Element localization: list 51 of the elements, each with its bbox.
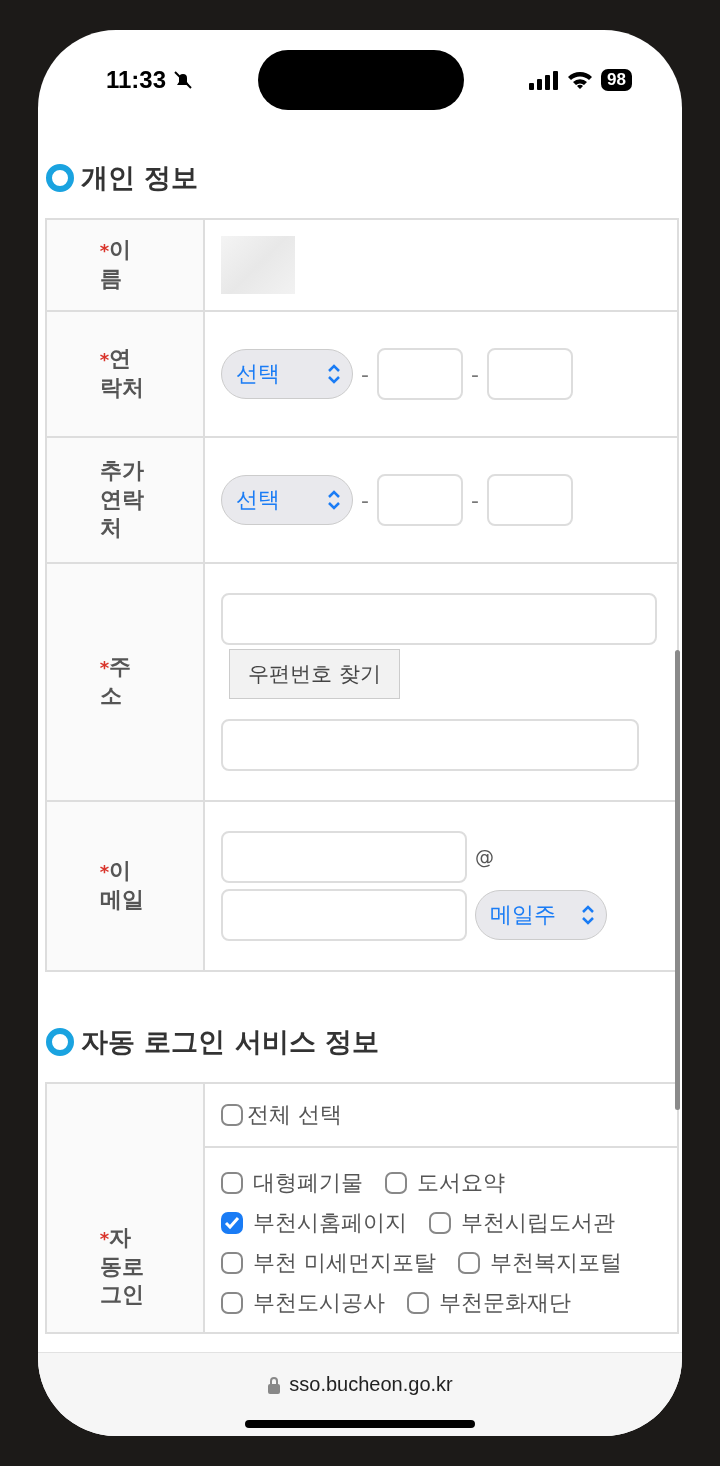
- input-field[interactable]: [221, 593, 657, 645]
- checkbox-label[interactable]: 전체 선택: [247, 1100, 342, 1130]
- checkbox-label[interactable]: 부천문화재단: [439, 1288, 571, 1318]
- checkbox[interactable]: [221, 1104, 243, 1126]
- checkbox[interactable]: [221, 1292, 243, 1314]
- input-field[interactable]: [221, 831, 467, 883]
- clock: 11:33: [106, 66, 167, 94]
- field-label: *이메일: [99, 857, 145, 914]
- checkbox[interactable]: [221, 1172, 243, 1194]
- zipcode-button[interactable]: 우편번호 찾기: [229, 649, 400, 699]
- checkbox[interactable]: [221, 1212, 243, 1234]
- dash-separator: -: [470, 487, 479, 513]
- checkbox[interactable]: [385, 1172, 407, 1194]
- checkbox-label[interactable]: 대형폐기물: [253, 1168, 363, 1198]
- input-field[interactable]: [376, 348, 463, 400]
- field-label: *이름: [99, 236, 133, 293]
- chevron-icon: [580, 904, 596, 926]
- field-label: 추가연락처: [99, 457, 145, 543]
- checkbox[interactable]: [221, 1252, 243, 1274]
- field-label: *자동로그인: [99, 1224, 145, 1310]
- circle-icon: [45, 1027, 75, 1057]
- checkbox-label[interactable]: 도서요약: [417, 1168, 505, 1198]
- wifi-icon: [567, 70, 594, 90]
- checkbox-label[interactable]: 부천시홈페이지: [253, 1208, 407, 1238]
- at-sign: @: [475, 846, 495, 868]
- checkbox[interactable]: [407, 1292, 429, 1314]
- section-title: 자동 로그인 서비스 정보: [81, 1025, 380, 1059]
- chevron-icon: [326, 489, 342, 511]
- signal-icon: [529, 70, 560, 90]
- section-title: 개인 정보: [81, 161, 199, 195]
- circle-icon: [45, 163, 75, 193]
- input-field[interactable]: [486, 348, 573, 400]
- dash-separator: -: [361, 487, 369, 513]
- checkbox[interactable]: [458, 1252, 480, 1274]
- input-field[interactable]: [486, 474, 573, 526]
- dash-separator: -: [470, 361, 479, 387]
- input-field[interactable]: [221, 719, 639, 771]
- chevron-icon: [326, 363, 342, 385]
- url-text[interactable]: sso.bucheon.go.kr: [289, 1373, 453, 1396]
- input-field[interactable]: [376, 474, 463, 526]
- dash-separator: -: [361, 361, 369, 387]
- checkbox[interactable]: [429, 1212, 451, 1234]
- field-label: *주소: [99, 653, 133, 710]
- checkbox-label[interactable]: 부천 미세먼지포탈: [253, 1248, 436, 1278]
- input-field[interactable]: [221, 889, 467, 941]
- checkbox-label[interactable]: 부천도시공사: [253, 1288, 385, 1318]
- lock-icon: [267, 1375, 282, 1394]
- checkbox-label[interactable]: 부천복지포털: [490, 1248, 622, 1278]
- battery-level: 98: [601, 69, 632, 91]
- checkbox-label[interactable]: 부천시립도서관: [461, 1208, 615, 1238]
- field-label: *연락처: [99, 345, 145, 402]
